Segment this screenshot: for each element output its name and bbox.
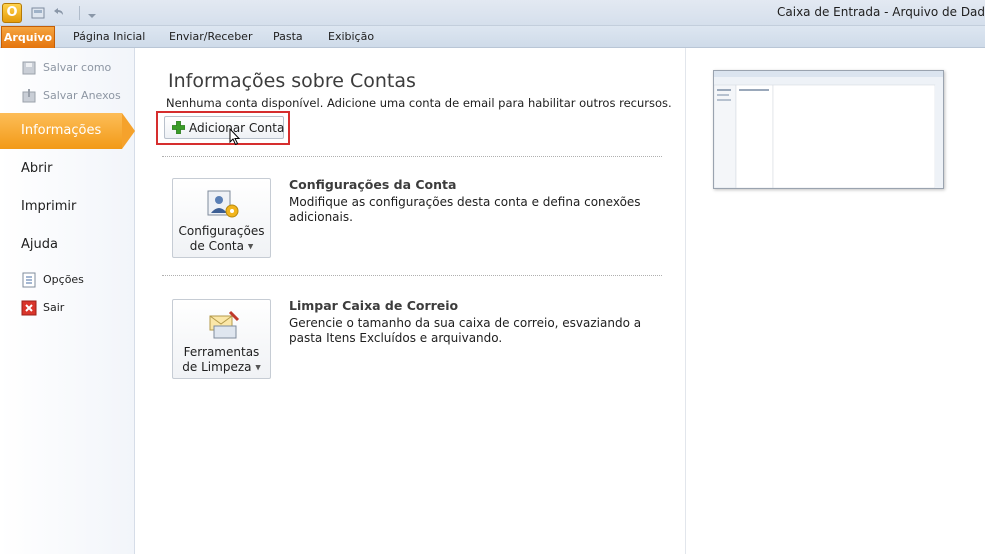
backstage-view: Salvar como Salvar Anexos Informações Ab… bbox=[0, 48, 985, 554]
cleanup-tools-button[interactable]: Ferramentas de Limpeza ▼ bbox=[172, 299, 271, 379]
no-account-message: Nenhuma conta disponível. Adicione uma c… bbox=[166, 96, 672, 110]
nav-tab-info[interactable]: Informações bbox=[0, 113, 135, 149]
save-as-icon bbox=[21, 60, 37, 76]
options-command[interactable]: Opções bbox=[0, 267, 135, 293]
cleanup-tools-icon bbox=[206, 310, 240, 340]
account-settings-button[interactable]: Configurações de Conta ▼ bbox=[172, 178, 271, 258]
pane-separator bbox=[685, 48, 686, 554]
tab-view[interactable]: Exibição bbox=[328, 26, 374, 48]
account-settings-title: Configurações da Conta bbox=[289, 177, 457, 192]
divider bbox=[162, 275, 662, 276]
nav-tab-print[interactable]: Imprimir bbox=[0, 189, 135, 225]
options-icon bbox=[21, 272, 37, 288]
tab-file[interactable]: Arquivo bbox=[1, 26, 55, 48]
nav-tab-help[interactable]: Ajuda bbox=[0, 227, 135, 263]
undo-icon[interactable] bbox=[50, 5, 66, 21]
backstage-nav: Salvar como Salvar Anexos Informações Ab… bbox=[0, 48, 135, 554]
cleanup-title: Limpar Caixa de Correio bbox=[289, 298, 459, 313]
account-settings-icon bbox=[206, 189, 240, 219]
exit-command[interactable]: Sair bbox=[0, 295, 135, 321]
tab-home[interactable]: Página Inicial bbox=[73, 26, 145, 48]
divider bbox=[162, 156, 662, 157]
window-preview-thumbnail bbox=[713, 70, 944, 189]
save-attachments-command[interactable]: Salvar Anexos bbox=[0, 83, 135, 109]
ribbon-tab-bar: Arquivo Página Inicial Enviar/Receber Pa… bbox=[0, 26, 985, 48]
send-receive-icon[interactable] bbox=[30, 5, 46, 21]
tab-folder[interactable]: Pasta bbox=[273, 26, 303, 48]
customize-qat-icon[interactable] bbox=[84, 5, 100, 21]
account-info-pane: Informações sobre Contas Nenhuma conta d… bbox=[136, 48, 686, 554]
dropdown-arrow-icon: ▼ bbox=[247, 242, 254, 251]
plus-icon bbox=[171, 120, 186, 135]
window-title: Caixa de Entrada - Arquivo de Dados do bbox=[777, 5, 985, 19]
tab-send-receive[interactable]: Enviar/Receber bbox=[169, 26, 252, 48]
dropdown-arrow-icon: ▼ bbox=[255, 363, 261, 372]
save-attachments-icon bbox=[21, 88, 37, 104]
outlook-logo-icon[interactable]: O bbox=[2, 3, 22, 23]
account-settings-description: Modifique as configurações desta conta e… bbox=[289, 195, 641, 224]
page-title: Informações sobre Contas bbox=[168, 70, 416, 92]
cleanup-description: Gerencie o tamanho da sua caixa de corre… bbox=[289, 316, 642, 345]
nav-tab-open[interactable]: Abrir bbox=[0, 151, 135, 187]
add-account-button[interactable]: Adicionar Conta bbox=[164, 116, 284, 139]
save-as-command[interactable]: Salvar como bbox=[0, 55, 135, 81]
mouse-cursor-icon bbox=[229, 127, 241, 146]
title-bar: O Caixa de Entrada - Arquivo de Dados do bbox=[0, 0, 985, 26]
exit-icon bbox=[21, 300, 37, 316]
qat-separator bbox=[79, 6, 80, 20]
